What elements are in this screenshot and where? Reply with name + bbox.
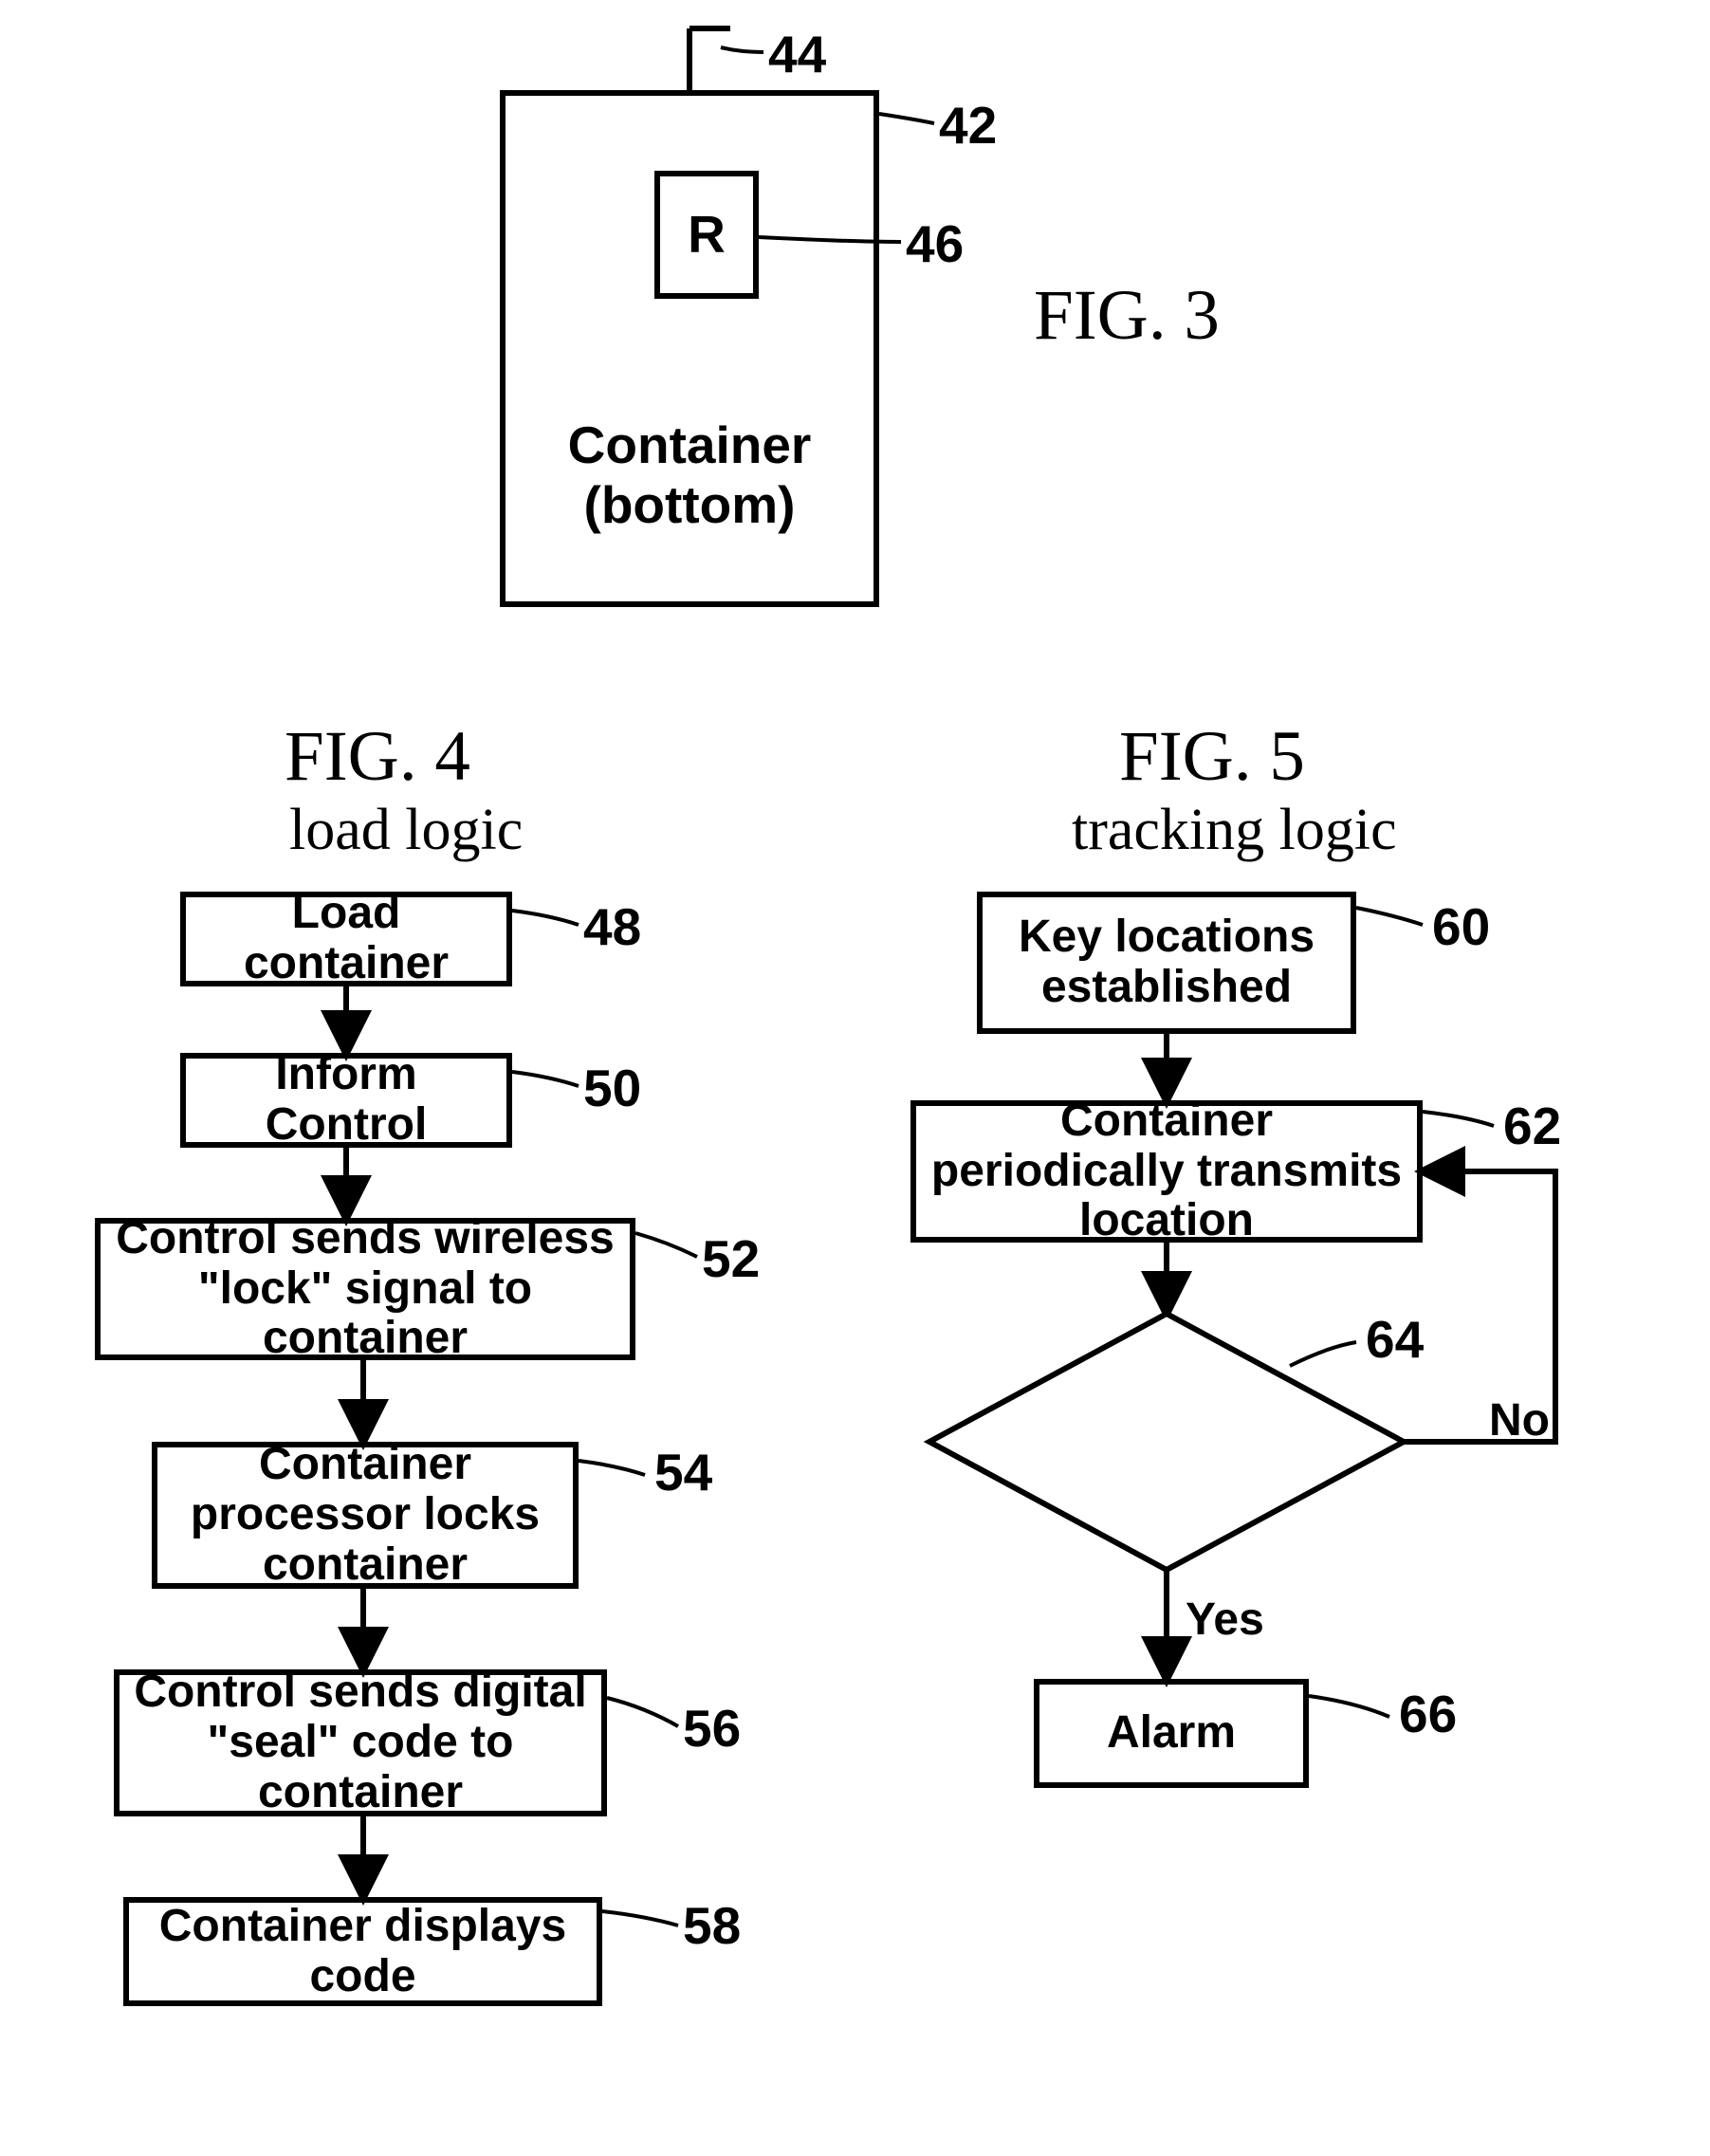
fig5-step-62: Container periodically transmits locatio… — [910, 1100, 1423, 1243]
fig5-subtitle: tracking logic — [1072, 797, 1397, 864]
fig4-ref-52: 52 — [702, 1228, 760, 1289]
fig3-container-text: Container (bottom) — [568, 415, 812, 536]
fig3-container-line2: (bottom) — [584, 475, 796, 534]
fig4-step-56-text: Control sends digital "seal" code to con… — [131, 1668, 590, 1817]
fig3-ref-46: 46 — [906, 213, 964, 274]
fig5-decision-64-text: Deviation ? — [1039, 1390, 1304, 1503]
fig5-step-62-text: Container periodically transmits locatio… — [928, 1096, 1406, 1246]
fig4-ref-54: 54 — [654, 1442, 712, 1502]
fig5-title: FIG. 5 — [1119, 716, 1305, 798]
fig4-step-58: Container displays code — [123, 1897, 602, 2006]
fig4-step-52: Control sends wireless "lock" signal to … — [95, 1218, 635, 1360]
fig5-ref-60: 60 — [1432, 896, 1490, 957]
fig4-step-54: Container processor locks container — [152, 1442, 579, 1589]
fig3-ref-42: 42 — [939, 95, 997, 156]
fig5-ref-62: 62 — [1503, 1096, 1561, 1156]
fig4-step-54-text: Container processor locks container — [169, 1440, 561, 1590]
fig4-ref-56: 56 — [683, 1698, 741, 1759]
fig3-container-line1: Container — [568, 415, 812, 474]
fig5-step-66-text: Alarm — [1107, 1708, 1236, 1759]
fig3-title: FIG. 3 — [1034, 275, 1220, 357]
fig4-step-48-text: Load container — [197, 889, 495, 989]
fig5-ref-64: 64 — [1366, 1309, 1424, 1370]
fig5-decision-64-line1: Deviation — [1069, 1392, 1274, 1443]
fig5-step-60: Key locations established — [977, 892, 1356, 1034]
fig4-ref-48: 48 — [583, 896, 641, 957]
fig3-ref-44: 44 — [768, 24, 826, 84]
fig4-ref-50: 50 — [583, 1058, 641, 1118]
fig3-r-box: R — [654, 171, 759, 299]
fig3-r-label: R — [688, 206, 726, 264]
fig3-container-box: Container (bottom) — [500, 90, 879, 607]
fig4-step-52-text: Control sends wireless "lock" signal to … — [112, 1214, 618, 1364]
fig4-subtitle: load logic — [289, 797, 523, 864]
page: Container (bottom) R FIG. 3 44 42 46 FIG… — [0, 0, 1710, 2156]
fig5-branch-yes: Yes — [1186, 1594, 1264, 1646]
fig5-ref-66: 66 — [1399, 1684, 1457, 1744]
fig5-branch-no: No — [1489, 1394, 1550, 1447]
fig4-title: FIG. 4 — [285, 716, 470, 798]
fig4-step-50: Inform Control — [180, 1053, 512, 1148]
fig5-step-60-text: Key locations established — [994, 912, 1339, 1013]
fig4-ref-58: 58 — [683, 1895, 741, 1956]
fig5-decision-64-line2: ? — [1157, 1449, 1185, 1500]
fig4-step-50-text: Inform Control — [197, 1050, 495, 1151]
fig4-step-48: Load container — [180, 892, 512, 986]
fig4-step-58-text: Container displays code — [140, 1902, 585, 2002]
fig5-step-66: Alarm — [1034, 1679, 1309, 1788]
fig4-step-56: Control sends digital "seal" code to con… — [114, 1669, 607, 1816]
